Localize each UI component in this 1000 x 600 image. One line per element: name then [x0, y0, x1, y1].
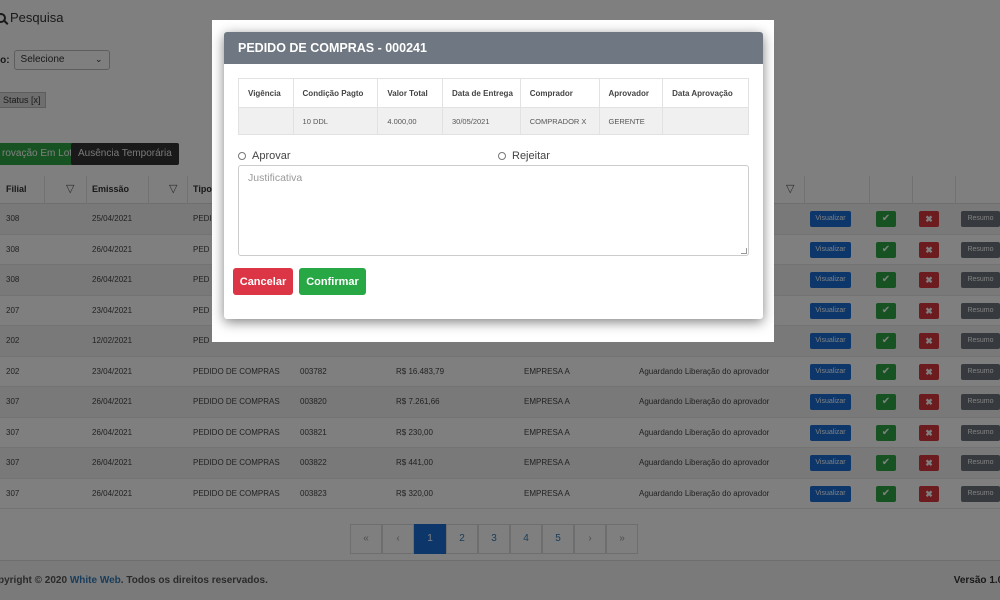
purchase-order-modal: PEDIDO DE COMPRAS - 000241 Vigência Condi… [224, 32, 763, 319]
radio-circle[interactable] [498, 152, 506, 160]
info-value-row: 10 DDL 4.000,00 30/05/2021 COMPRADOR X GEREN… [238, 107, 749, 135]
info-value [238, 107, 294, 135]
info-column-header: Valor Total [377, 78, 443, 108]
info-column-header: Aprovador [598, 78, 664, 108]
info-value: 30/05/2021 [441, 107, 521, 135]
radio-circle[interactable] [238, 152, 246, 160]
info-header-row: Vigência Condição Pagto Valor Total Data de… [238, 78, 749, 108]
info-column-header: Data de Entrega [441, 78, 521, 108]
confirm-button[interactable]: Confirmar [299, 268, 366, 295]
info-column-header: Data Aprovação [662, 78, 749, 108]
order-info-table: Vigência Condição Pagto Valor Total Data de… [238, 78, 749, 135]
cancel-button[interactable]: Cancelar [233, 268, 293, 295]
info-value: 10 DDL [292, 107, 379, 135]
info-column-header: Vigência [238, 78, 294, 108]
info-column-header: Condição Pagto [292, 78, 379, 108]
resize-grip-icon[interactable] [741, 248, 747, 254]
info-column-header: Comprador [519, 78, 600, 108]
info-value: COMPRADOR X [519, 107, 600, 135]
modal-title: PEDIDO DE COMPRAS - 000241 [224, 32, 763, 64]
approve-radio[interactable]: Aprovar [238, 150, 291, 162]
info-value: 4.000,00 [377, 107, 443, 135]
reject-radio[interactable]: Rejeitar [498, 150, 550, 162]
info-value: GERENTE [598, 107, 664, 135]
justification-input[interactable] [238, 165, 749, 256]
info-value [662, 107, 749, 135]
